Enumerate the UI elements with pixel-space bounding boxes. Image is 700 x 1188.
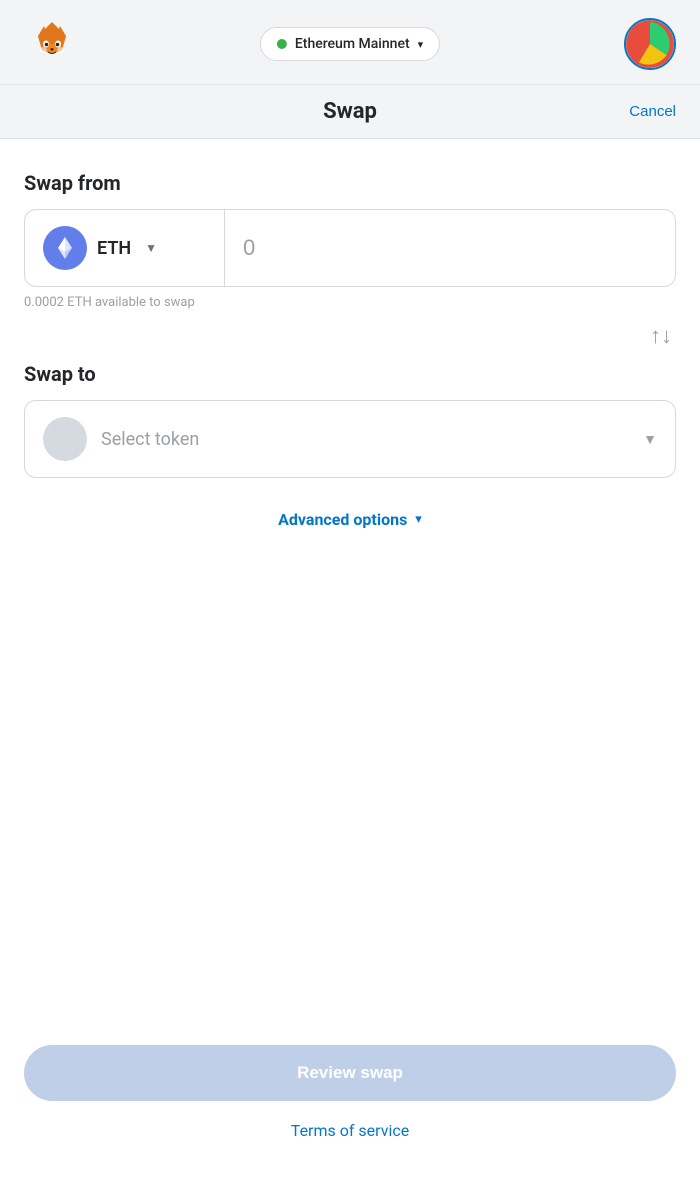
from-amount-input[interactable] (243, 235, 657, 261)
from-token-selector[interactable]: ETH ▼ (25, 210, 225, 286)
page-title: Swap (323, 99, 377, 124)
network-chevron-icon: ▾ (418, 38, 424, 51)
from-token-symbol: ETH (97, 238, 131, 259)
advanced-options-toggle[interactable]: Advanced options ▾ (24, 510, 676, 529)
to-token-chevron-icon: ▼ (643, 431, 657, 448)
title-bar: Swap Cancel (0, 85, 700, 139)
spacer (24, 569, 676, 1045)
eth-token-icon (43, 226, 87, 270)
swap-from-label: Swap from (24, 171, 676, 195)
from-token-chevron-icon: ▼ (145, 241, 157, 255)
account-avatar[interactable] (624, 18, 676, 70)
metamask-logo (24, 16, 80, 72)
advanced-options-chevron-icon: ▾ (415, 512, 422, 527)
network-label: Ethereum Mainnet (295, 36, 410, 52)
network-status-dot (277, 39, 287, 49)
available-balance-text: 0.0002 ETH available to swap (24, 295, 676, 310)
swap-direction-toggle[interactable]: ↑↓ (24, 326, 676, 348)
to-token-placeholder-icon (43, 417, 87, 461)
header: Ethereum Mainnet ▾ (0, 0, 700, 85)
review-swap-button[interactable]: Review swap (24, 1045, 676, 1101)
logo-area (24, 16, 80, 72)
to-token-selector[interactable]: Select token ▼ (24, 400, 676, 478)
swap-arrows-icon: ↑↓ (650, 326, 672, 348)
advanced-options-label: Advanced options (278, 510, 407, 529)
swap-to-section: Swap to Select token ▼ (24, 362, 676, 510)
eth-logo-icon (52, 235, 78, 261)
cancel-button[interactable]: Cancel (629, 103, 676, 120)
network-selector[interactable]: Ethereum Mainnet ▾ (260, 27, 440, 61)
terms-of-service-link[interactable]: Terms of service (24, 1121, 676, 1140)
swap-from-section: Swap from ETH ▼ 0.0002 ETH av (24, 171, 676, 326)
select-token-text: Select token (101, 429, 629, 450)
swap-from-container: ETH ▼ (24, 209, 676, 287)
avatar-icon (626, 20, 674, 68)
from-amount-area[interactable] (225, 210, 675, 286)
swap-to-label: Swap to (24, 362, 676, 386)
main-content: Swap from ETH ▼ 0.0002 ETH av (0, 139, 700, 1188)
